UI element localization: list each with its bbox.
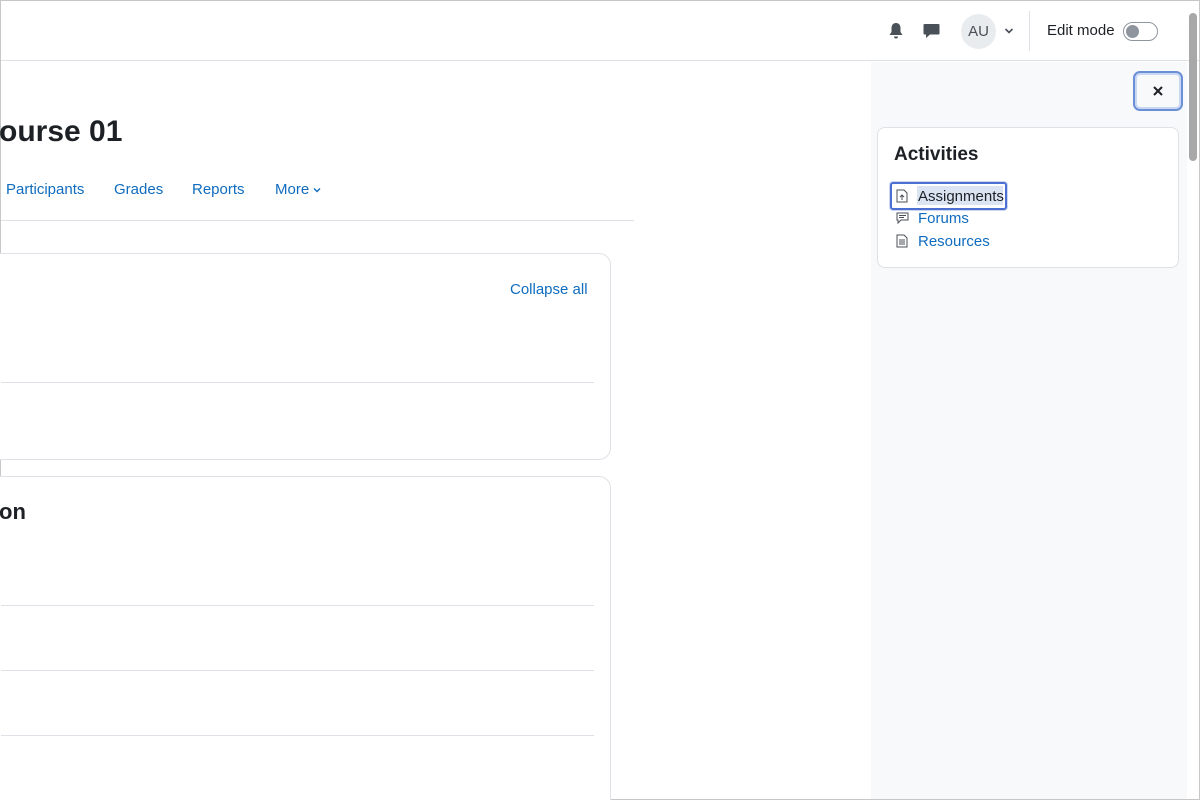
forum-icon xyxy=(894,210,910,226)
assignment-icon xyxy=(894,188,910,204)
activity-link-forums[interactable]: Forums xyxy=(894,208,969,228)
nav-grades[interactable]: Grades xyxy=(114,181,163,198)
activity-divider xyxy=(1,735,594,736)
activity-link-resources[interactable]: Resources xyxy=(894,231,990,251)
toggle-knob xyxy=(1126,25,1139,38)
nav-more[interactable]: More xyxy=(275,181,322,199)
resource-icon xyxy=(894,233,910,249)
activity-label: Forums xyxy=(918,209,969,227)
activity-label: Assignments xyxy=(918,187,1004,205)
nav-participants[interactable]: Participants xyxy=(6,181,84,198)
nav-more-label: More xyxy=(275,181,310,198)
activity-divider xyxy=(1,670,594,671)
chevron-down-icon[interactable] xyxy=(1003,23,1015,39)
close-icon xyxy=(1153,86,1163,96)
close-drawer-button[interactable] xyxy=(1133,71,1183,111)
top-navbar: AU Edit mode xyxy=(1,1,1199,61)
notifications-bell-icon[interactable] xyxy=(886,21,906,41)
chevron-down-icon xyxy=(312,182,322,199)
user-avatar[interactable]: AU xyxy=(961,14,996,49)
page-scrollbar-thumb[interactable] xyxy=(1189,13,1197,161)
messages-chat-icon[interactable] xyxy=(921,21,941,41)
edit-mode-label: Edit mode xyxy=(1047,22,1115,39)
navbar-divider xyxy=(1029,11,1030,51)
nav-reports[interactable]: Reports xyxy=(192,181,245,198)
activity-label: Resources xyxy=(918,232,990,250)
activity-link-assignments[interactable]: Assignments xyxy=(894,186,1004,206)
section-divider xyxy=(1,382,594,383)
course-section-card xyxy=(0,476,611,800)
activities-block-title: Activities xyxy=(894,144,979,165)
collapse-all-link[interactable]: Collapse all xyxy=(510,281,588,298)
course-secondary-nav: Participants Grades Reports More xyxy=(1,179,634,221)
activity-divider xyxy=(1,605,594,606)
section-title: on xyxy=(0,499,26,524)
course-title: ourse 01 xyxy=(0,115,123,148)
edit-mode-toggle[interactable] xyxy=(1123,22,1158,41)
